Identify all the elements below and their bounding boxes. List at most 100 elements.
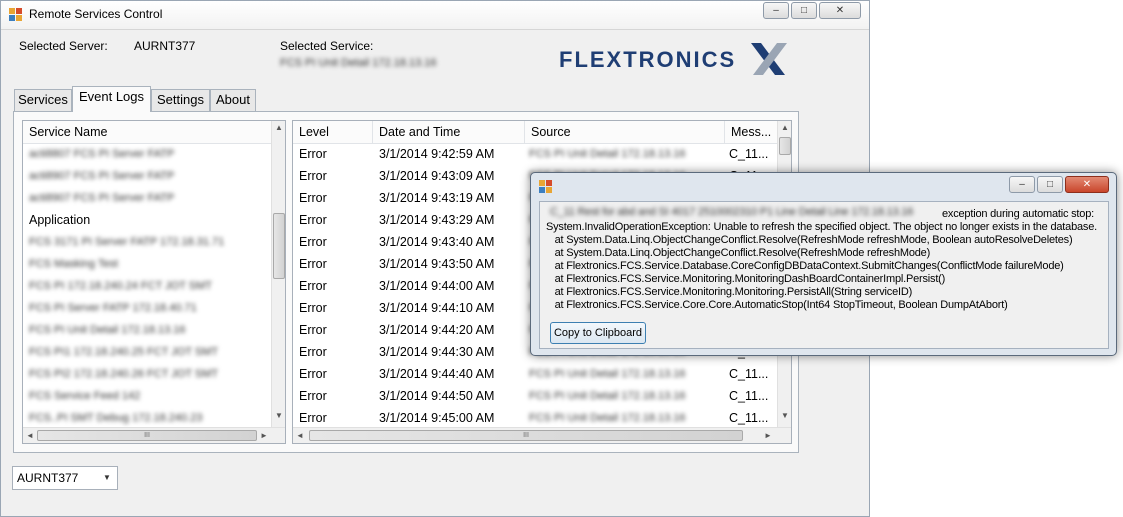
error-dialog: – □ ✕ C_11 Rest for abd and SI 4017 2510… [530, 172, 1117, 356]
scroll-up-arrow-icon[interactable]: ▲ [272, 123, 285, 132]
table-row[interactable]: Error 3/1/2014 9:44:40 AM FCS PI Unit Deta… [293, 363, 777, 385]
scroll-down-arrow-icon[interactable]: ▼ [272, 411, 285, 420]
tab-event-logs[interactable]: Event Logs [72, 86, 151, 112]
scrollbar-thumb[interactable] [779, 137, 791, 155]
maximize-button[interactable]: □ [791, 2, 817, 19]
event-level-cell: Error [299, 169, 327, 183]
title-bar[interactable]: Remote Services Control – □ ✕ [1, 1, 869, 30]
flextronics-logo: FLEXTRONICS [559, 41, 799, 81]
event-datetime-cell: 3/1/2014 9:44:00 AM [379, 279, 495, 293]
error-line: System.InvalidOperationException: Unable… [546, 221, 1097, 233]
event-message-cell: C_11... [729, 389, 769, 403]
tab-settings[interactable]: Settings [151, 89, 210, 111]
event-datetime-cell: 3/1/2014 9:42:59 AM [379, 147, 495, 161]
column-header-level[interactable]: Level [293, 121, 373, 143]
event-source-cell: FCS PI Unit Detail 172.18.13.16 [529, 412, 686, 424]
event-level-cell: Error [299, 235, 327, 249]
service-list-item[interactable]: acti8907 FCS PI Server FATP [29, 165, 174, 187]
event-message-cell: C_11... [729, 411, 769, 425]
service-rows: acti8807 FCS PI Server FATP acti8907 FCS … [23, 143, 271, 427]
scroll-left-arrow-icon[interactable]: ◄ [25, 431, 35, 440]
app-icon [9, 8, 23, 22]
column-header-service-name[interactable]: Service Name [23, 121, 271, 143]
scroll-right-arrow-icon[interactable]: ► [259, 431, 269, 440]
minimize-button[interactable]: – [763, 2, 789, 19]
event-datetime-cell: 3/1/2014 9:43:19 AM [379, 191, 495, 205]
service-list-item[interactable]: FCS PI Server FATP 172.18.40.71 [29, 297, 197, 319]
close-button[interactable]: ✕ [819, 2, 861, 19]
service-list-item[interactable]: FCS PI Unit Detail 172.18.13.16 [29, 319, 186, 341]
error-line: at Flextronics.FCS.Service.Database.Core… [546, 260, 1064, 272]
event-datetime-cell: 3/1/2014 9:43:50 AM [379, 257, 495, 271]
event-datetime-cell: 3/1/2014 9:44:20 AM [379, 323, 495, 337]
service-list-hscrollbar[interactable]: ◄ III ► [23, 427, 285, 443]
service-list-header: Service Name [23, 121, 271, 144]
service-list-item[interactable]: FCS PI1 172.18.240.25 FCT JOT SMT [29, 341, 218, 363]
service-name-list[interactable]: Service Name acti8807 FCS PI Server FATP… [22, 120, 286, 444]
event-level-cell: Error [299, 279, 327, 293]
dialog-title-bar[interactable]: – □ ✕ [531, 173, 1116, 199]
scroll-down-arrow-icon[interactable]: ▼ [778, 411, 791, 420]
service-list-item[interactable]: FCS PI2 172.18.240.26 FCT JOT SMT [29, 363, 218, 385]
error-line: at Flextronics.FCS.Service.Monitoring.Mo… [546, 286, 913, 298]
selected-server-value: AURNT377 [134, 39, 196, 53]
copy-to-clipboard-button[interactable]: Copy to Clipboard [550, 322, 646, 344]
column-header-source[interactable]: Source [525, 121, 725, 143]
event-level-cell: Error [299, 345, 327, 359]
service-list-item[interactable]: FCS Service Feed 142 [29, 385, 140, 407]
column-header-date-time[interactable]: Date and Time [373, 121, 525, 143]
event-datetime-cell: 3/1/2014 9:44:40 AM [379, 367, 495, 381]
selected-service-value: FCS PI Unit Detail 172.18.13.16 [280, 57, 437, 69]
service-list-item[interactable]: FCS 3171 PI Server FATP 172.18.31.71 [29, 231, 224, 253]
server-dropdown[interactable]: AURNT377 ▼ [12, 466, 118, 490]
service-list-item[interactable]: Application [29, 209, 90, 231]
column-header-message[interactable]: Mess... [725, 121, 777, 143]
table-row[interactable]: Error 3/1/2014 9:44:50 AM FCS PI Unit Deta… [293, 385, 777, 407]
error-message-panel: C_11 Rest for abd and SI 4017 2510002310… [539, 201, 1109, 349]
event-source-cell: FCS PI Unit Detail 172.18.13.16 [529, 390, 686, 402]
event-log-hscrollbar[interactable]: ◄ III ► [293, 427, 791, 443]
event-level-cell: Error [299, 367, 327, 381]
dialog-maximize-button[interactable]: □ [1037, 176, 1063, 193]
error-line: at System.Data.Linq.ObjectChangeConflict… [546, 234, 1073, 246]
service-list-item[interactable]: acti8907 FCS PI Server FATP [29, 187, 174, 209]
error-blurred-prefix: C_11 Rest for abd and SI 4017 2510002310… [550, 206, 914, 218]
service-list-item[interactable]: FCS Masking Test [29, 253, 118, 275]
dialog-minimize-button[interactable]: – [1009, 176, 1035, 193]
hscroll-thumb[interactable]: III [309, 430, 743, 441]
event-source-cell: FCS PI Unit Detail 172.18.13.16 [529, 148, 686, 160]
hscroll-thumb[interactable]: III [37, 430, 257, 441]
event-datetime-cell: 3/1/2014 9:44:10 AM [379, 301, 495, 315]
scroll-right-arrow-icon[interactable]: ► [763, 431, 773, 440]
tab-about[interactable]: About [210, 89, 256, 111]
event-level-cell: Error [299, 323, 327, 337]
service-list-item[interactable]: FCS PI 172.18.240.24 FCT JOT SMT [29, 275, 212, 297]
event-source-cell: FCS PI Unit Detail 172.18.13.16 [529, 368, 686, 380]
event-level-cell: Error [299, 411, 327, 425]
table-row[interactable]: Error 3/1/2014 9:42:59 AM FCS PI Unit Deta… [293, 143, 777, 165]
event-log-header: Level Date and Time Source Mess... [293, 121, 777, 144]
dialog-close-button[interactable]: ✕ [1065, 176, 1109, 193]
event-message-cell: C_11... [729, 367, 769, 381]
scrollbar-thumb[interactable] [273, 213, 285, 279]
scroll-up-arrow-icon[interactable]: ▲ [778, 123, 791, 132]
scroll-left-arrow-icon[interactable]: ◄ [295, 431, 305, 440]
service-list-item[interactable]: FCS..PI SMT Debug 172.18.240.23 [29, 407, 202, 427]
table-row[interactable]: Error 3/1/2014 9:45:00 AM FCS PI Unit Deta… [293, 407, 777, 427]
logo-wordmark: FLEXTRONICS [559, 47, 737, 72]
service-list-item[interactable]: acti8807 FCS PI Server FATP [29, 143, 174, 165]
error-line: exception during automatic stop: [942, 208, 1094, 220]
tab-services[interactable]: Services [14, 89, 72, 111]
event-level-cell: Error [299, 301, 327, 315]
error-line: at Flextronics.FCS.Service.Core.Core.Aut… [546, 299, 1008, 311]
selected-service-label: Selected Service: [280, 39, 374, 53]
event-datetime-cell: 3/1/2014 9:43:29 AM [379, 213, 495, 227]
event-datetime-cell: 3/1/2014 9:44:50 AM [379, 389, 495, 403]
chevron-down-icon[interactable]: ▼ [103, 473, 111, 482]
error-line: at Flextronics.FCS.Service.Monitoring.Mo… [546, 273, 946, 285]
event-level-cell: Error [299, 257, 327, 271]
logo-x-mark-icon [751, 43, 787, 75]
event-level-cell: Error [299, 389, 327, 403]
service-list-vscrollbar[interactable]: ▲ ▼ [271, 121, 285, 427]
event-level-cell: Error [299, 213, 327, 227]
